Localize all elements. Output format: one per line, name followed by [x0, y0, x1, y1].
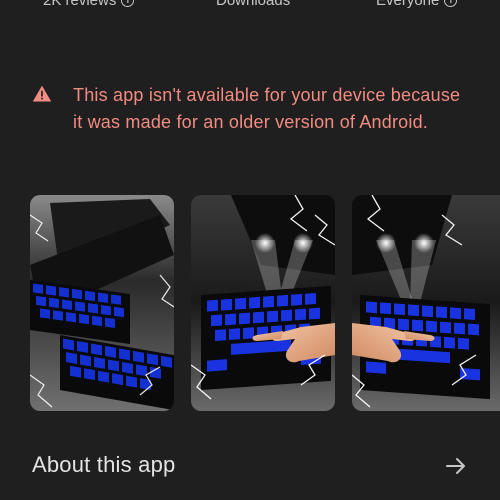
keyboard-screenshot-1[interactable] [30, 195, 174, 411]
stats-row: 2K reviews i Downloads Everyone i [0, 0, 500, 16]
keyboard-screenshot-3[interactable] [352, 195, 500, 411]
downloads-label: Downloads [216, 0, 291, 9]
reviews-stat[interactable]: 2K reviews i [43, 0, 135, 9]
about-this-app-row[interactable]: About this app [32, 448, 468, 484]
content-rating-label: Everyone [376, 0, 440, 9]
warning-triangle-icon [32, 85, 52, 102]
arrow-right-icon[interactable] [444, 454, 468, 478]
info-icon: i [444, 0, 458, 7]
info-icon: i [121, 0, 135, 7]
about-this-app-title: About this app [32, 452, 176, 477]
keyboard-screenshot-2[interactable] [191, 195, 335, 411]
app-details-page: 2K reviews i Downloads Everyone i This a… [0, 0, 500, 500]
content-rating-stat[interactable]: Everyone i [376, 0, 458, 9]
warning-message: This app isn't available for your device… [73, 85, 461, 132]
screenshot-carousel[interactable] [30, 195, 500, 411]
downloads-stat: Downloads [216, 0, 290, 9]
reviews-label: 2K reviews [43, 0, 117, 9]
